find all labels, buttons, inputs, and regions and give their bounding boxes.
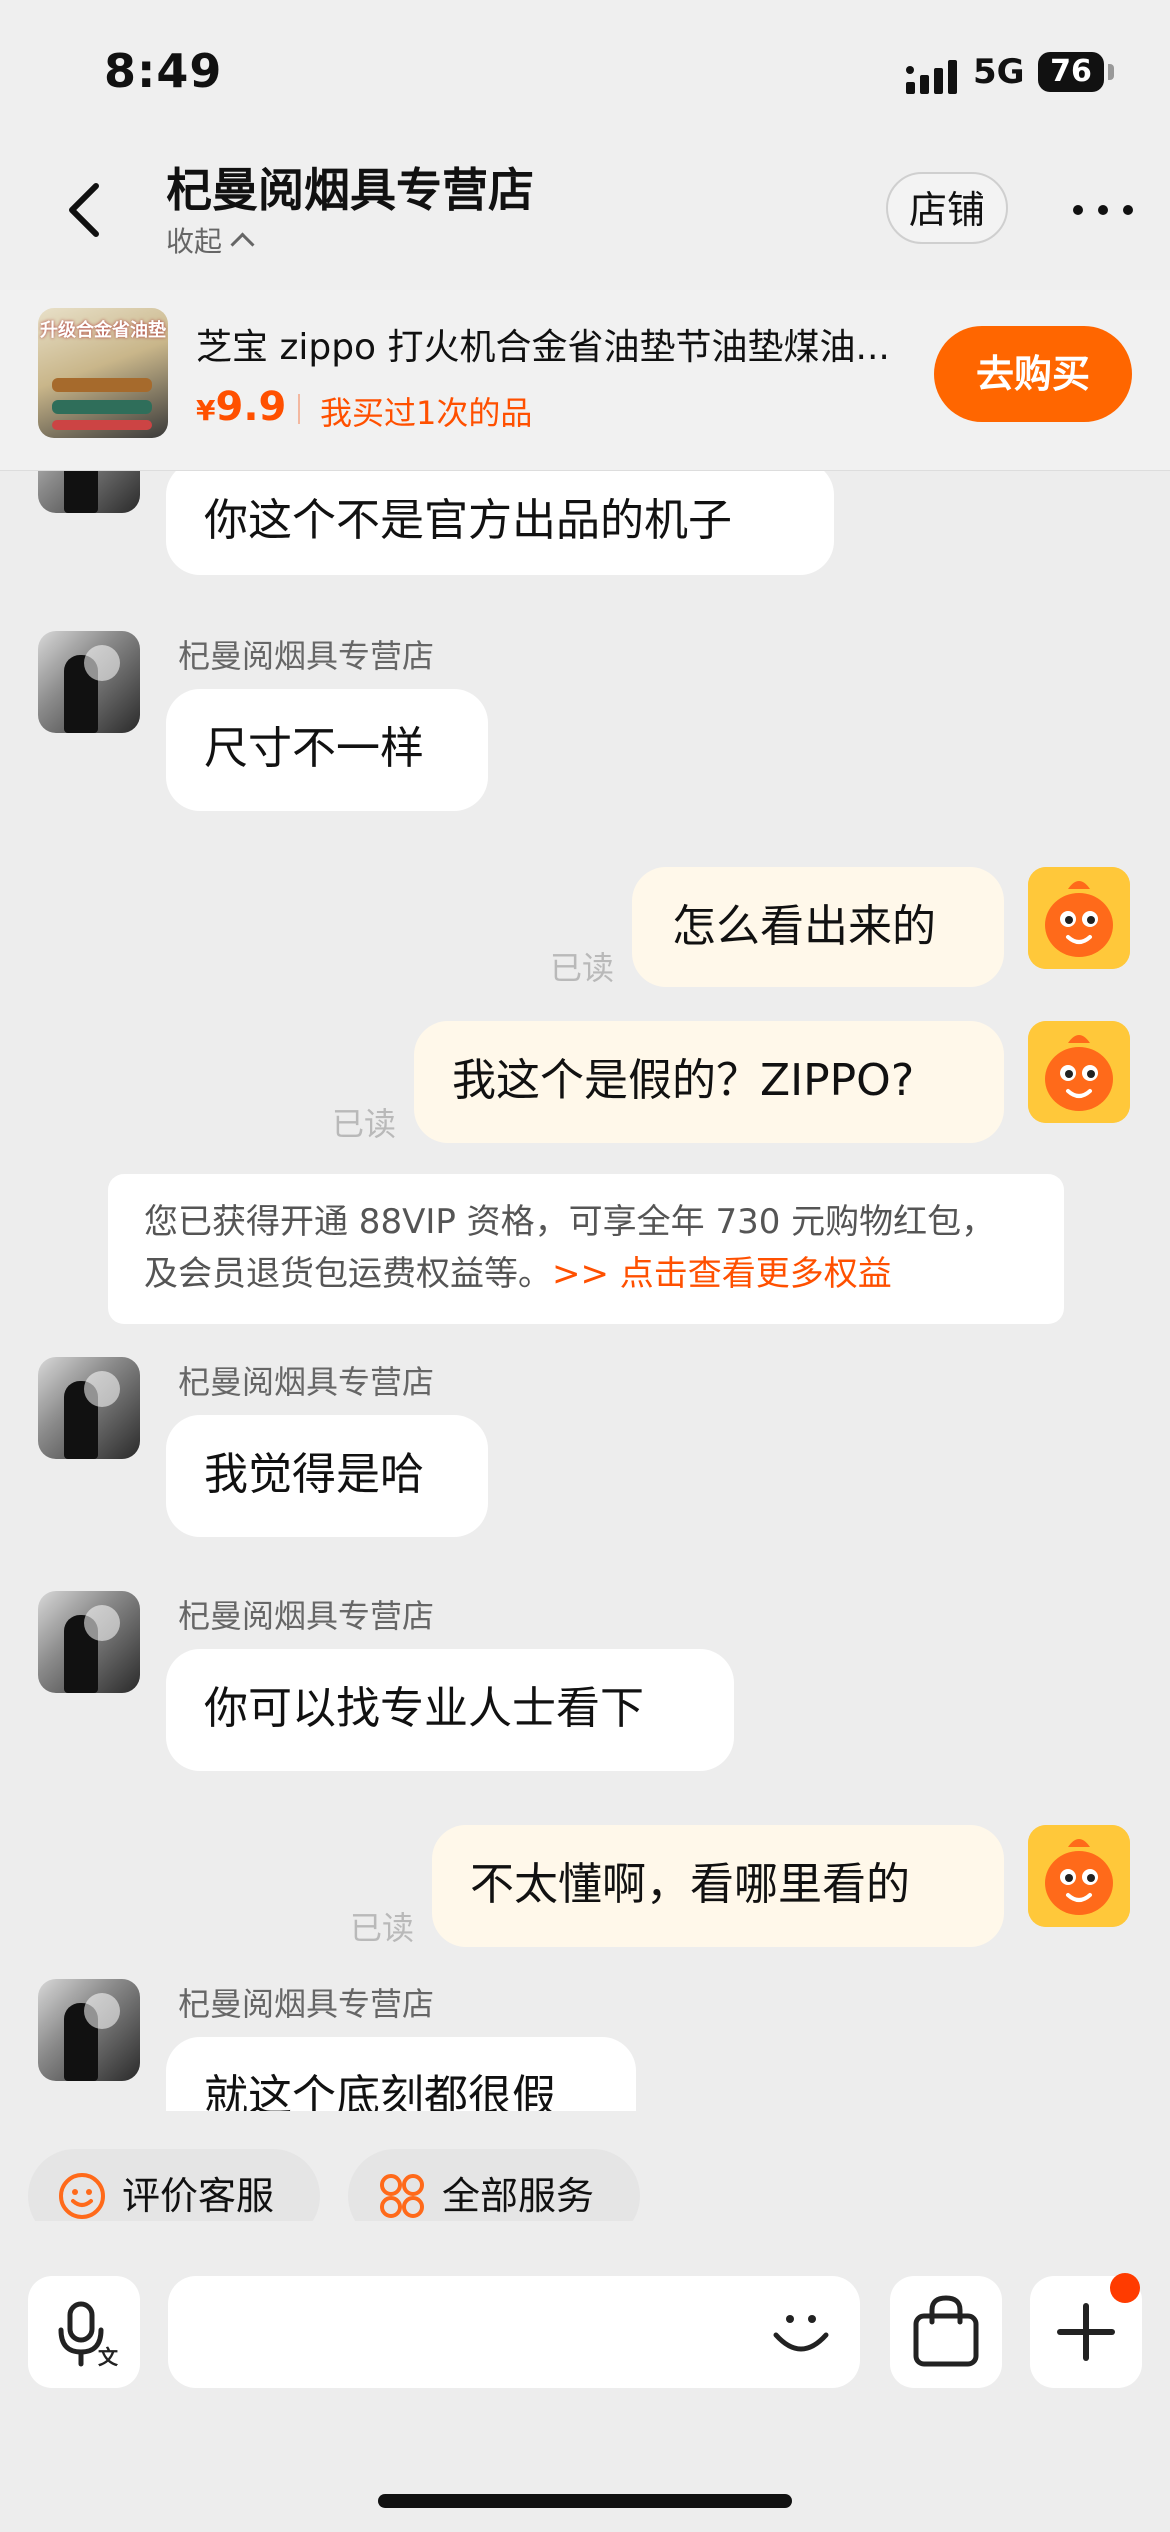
price-currency: ¥ bbox=[196, 394, 216, 427]
message-input[interactable] bbox=[168, 2276, 860, 2388]
message-bubble[interactable]: 不太懂啊，看哪里看的 bbox=[432, 1825, 1004, 1947]
store-avatar[interactable] bbox=[38, 631, 140, 733]
read-status: 已读 bbox=[350, 1909, 415, 1947]
product-bag-button[interactable] bbox=[890, 2276, 1002, 2388]
store-avatar[interactable] bbox=[38, 1591, 140, 1693]
vip-notice: 您已获得开通 88VIP 资格，可享全年 730 元购物红包，及会员退货包运费权… bbox=[108, 1174, 1064, 1324]
message-bubble[interactable]: 你可以找专业人士看下 bbox=[166, 1649, 734, 1771]
mascot-icon bbox=[1028, 1021, 1130, 1123]
sender-name: 杞曼阅烟具专营店 bbox=[178, 1363, 435, 1401]
message-bubble[interactable]: 怎么看出来的 bbox=[632, 867, 1004, 987]
read-status: 已读 bbox=[550, 949, 615, 987]
battery-cap bbox=[1108, 64, 1114, 80]
voice-input-button[interactable]: 文 bbox=[28, 2276, 140, 2388]
store-avatar[interactable] bbox=[38, 471, 140, 513]
shop-button[interactable]: 店铺 bbox=[886, 172, 1008, 244]
message-bubble[interactable]: 尺寸不一样 bbox=[166, 689, 488, 811]
quick-actions-bar: 评价客服 全部服务 bbox=[0, 2111, 1170, 2243]
svg-text:文: 文 bbox=[98, 2345, 119, 2369]
mascot-icon bbox=[1028, 1825, 1130, 1927]
product-thumbnail[interactable]: 升级合金省油垫 bbox=[38, 308, 168, 438]
status-time: 8:49 bbox=[104, 44, 223, 98]
vip-benefits-link[interactable]: >> 点击查看更多权益 bbox=[552, 1254, 892, 1294]
chevron-up-icon bbox=[230, 232, 255, 257]
sender-name: 杞曼阅烟具专营店 bbox=[178, 637, 435, 675]
message-bubble[interactable]: 我觉得是哈 bbox=[166, 1415, 488, 1537]
status-bar: 8:49 5G 76 bbox=[0, 0, 1170, 140]
grid-services-icon bbox=[380, 2174, 424, 2218]
price-divider bbox=[298, 394, 300, 424]
store-title: 杞曼阅烟具专营店 bbox=[166, 163, 534, 217]
emoji-icon[interactable] bbox=[766, 2297, 836, 2367]
message-bubble[interactable]: 我这个是假的？ZIPPO? bbox=[414, 1021, 1004, 1143]
back-chevron-icon[interactable] bbox=[64, 180, 104, 240]
product-thumb-tag: 升级合金省油垫 bbox=[40, 320, 166, 341]
bought-before-label: 我买过1次的品 bbox=[320, 394, 533, 432]
message-bubble[interactable]: 你这个不是官方出品的机子 bbox=[166, 471, 834, 575]
battery-icon: 76 bbox=[1038, 52, 1104, 92]
more-dots-icon[interactable] bbox=[1068, 190, 1138, 230]
store-avatar[interactable] bbox=[38, 1357, 140, 1459]
notification-dot bbox=[1110, 2273, 1140, 2303]
chat-messages[interactable]: 你这个不是官方出品的机子 杞曼阅烟具专营店 尺寸不一样 已读 怎么看出来的 已读… bbox=[0, 471, 1170, 2111]
collapse-label: 收起 bbox=[166, 225, 223, 258]
price-value: 9.9 bbox=[215, 384, 287, 430]
collapse-toggle[interactable]: 收起 bbox=[166, 220, 255, 260]
shopping-bag-icon bbox=[913, 2295, 979, 2367]
message-bubble[interactable]: 就这个底刻都很假 bbox=[166, 2037, 636, 2111]
home-indicator[interactable] bbox=[378, 2494, 792, 2508]
microphone-translate-icon: 文 bbox=[58, 2301, 119, 2369]
network-type: 5G bbox=[973, 52, 1025, 92]
product-price: ¥9.9 bbox=[196, 384, 286, 430]
smile-face-icon bbox=[59, 2173, 105, 2219]
cellular-signal-icon bbox=[906, 60, 957, 94]
read-status: 已读 bbox=[332, 1105, 397, 1143]
buy-button[interactable]: 去购买 bbox=[934, 326, 1132, 422]
my-avatar[interactable] bbox=[1028, 1825, 1130, 1927]
store-avatar[interactable] bbox=[38, 1979, 140, 2081]
my-avatar[interactable] bbox=[1028, 867, 1130, 969]
my-avatar[interactable] bbox=[1028, 1021, 1130, 1123]
mascot-icon bbox=[1028, 867, 1130, 969]
sender-name: 杞曼阅烟具专营店 bbox=[178, 1597, 435, 1635]
sender-name: 杞曼阅烟具专营店 bbox=[178, 1985, 435, 2023]
product-name[interactable]: 芝宝 zippo 打火机合金省油垫节油垫煤油... bbox=[196, 318, 926, 370]
